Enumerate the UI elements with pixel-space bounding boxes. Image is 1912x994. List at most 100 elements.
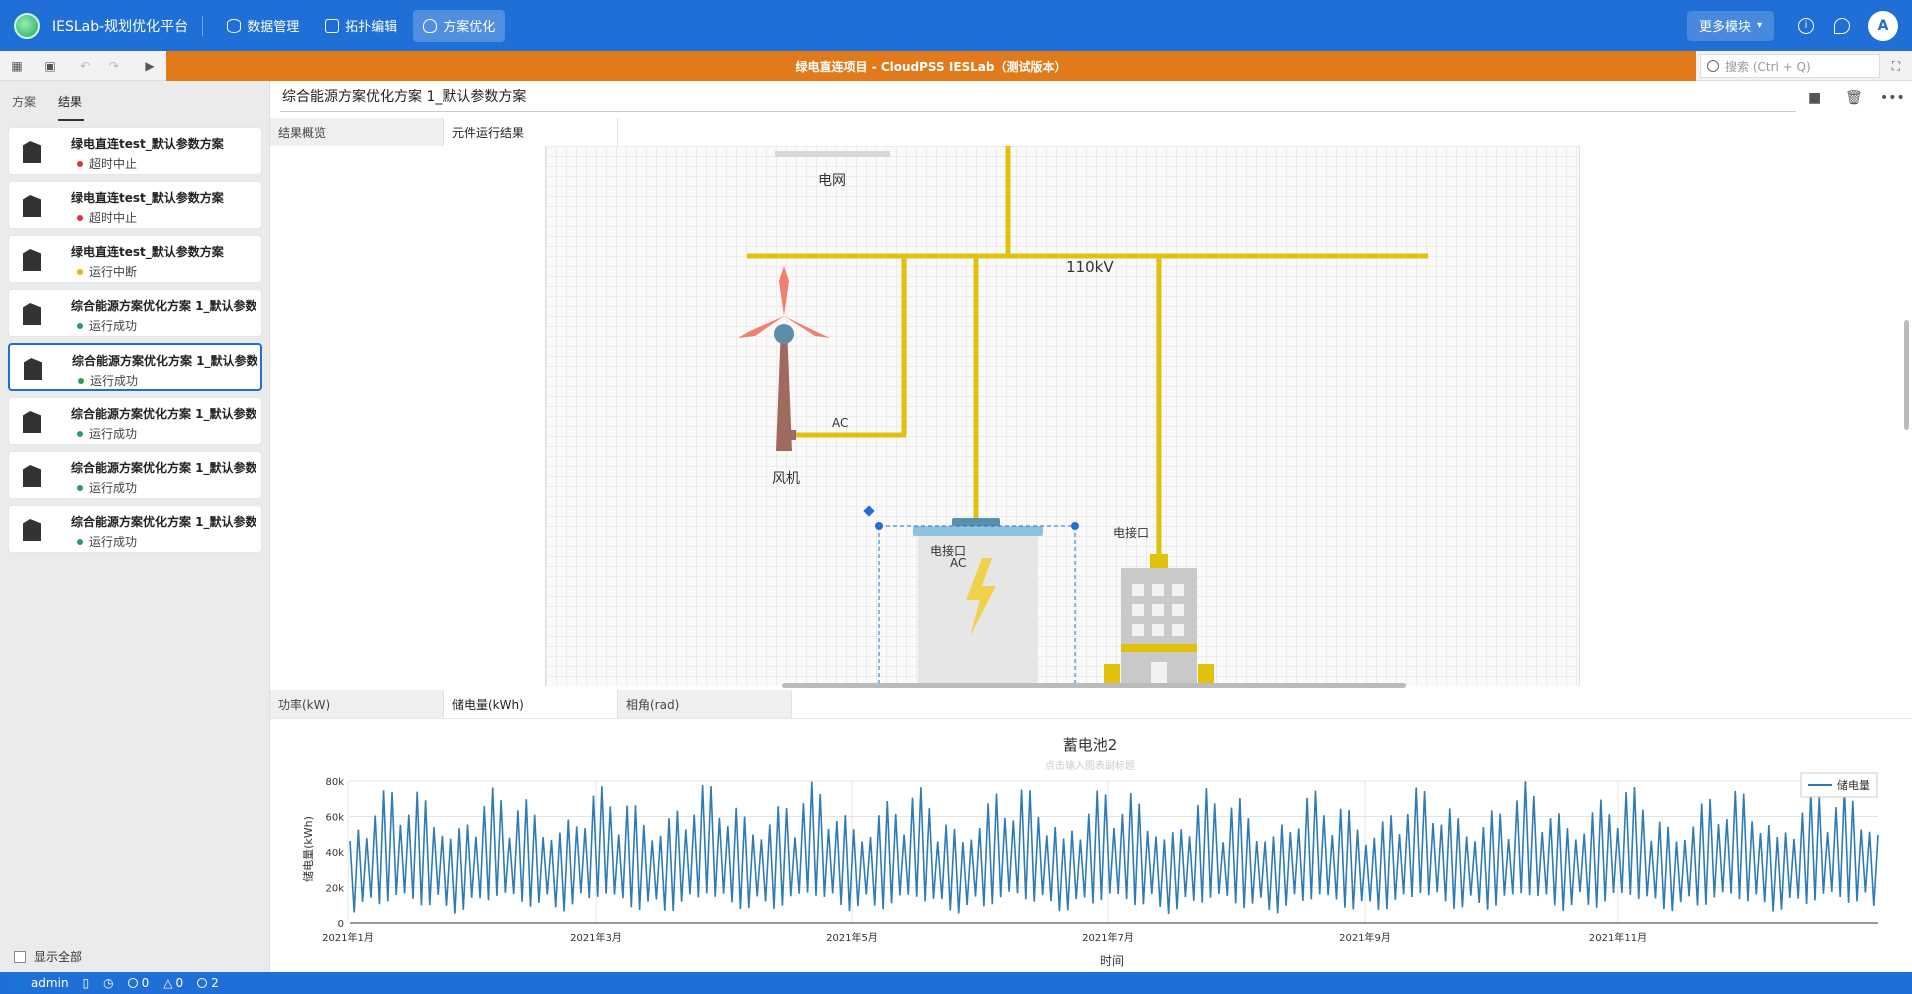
result-list-item[interactable]: 绿电直连test_默认参数方案 运行中断 <box>8 235 262 283</box>
user-icon: 👤 <box>12 976 27 990</box>
run-icon[interactable]: ▶ <box>142 58 158 74</box>
result-list-item[interactable]: 综合能源方案优化方案 1_默认参数方案运行成功 <box>8 343 262 391</box>
status-dot-icon <box>77 322 83 329</box>
result-name: 综合能源方案优化方案 1_默认参数方案 <box>71 407 256 421</box>
chart-subtitle[interactable]: 点击输入图表副标题 <box>1045 759 1135 772</box>
nav-scheme-optimization[interactable]: 方案优化 <box>413 9 506 42</box>
rotate-handle[interactable] <box>863 505 875 517</box>
status-text: 超时中止 <box>89 211 138 225</box>
status-user[interactable]: 👤 admin <box>12 976 69 990</box>
more-options-icon[interactable]: ••• <box>1880 90 1905 106</box>
status-bar: 👤 admin ▯ ◷ 0 △ 0 2 <box>0 972 1912 994</box>
x-axis-label: 时间 <box>1100 954 1124 968</box>
results-sidebar: 方案 结果 绿电直连test_默认参数方案 超时中止 绿电直连test_默认参数方案… <box>0 81 270 972</box>
project-title-banner: 绿电直连项目 - CloudPSS IESLab（测试版本） <box>166 51 1696 81</box>
file-stack-icon <box>23 465 41 487</box>
topology-diagram <box>738 146 1428 686</box>
status-text: 运行成功 <box>89 481 138 495</box>
resize-handle[interactable] <box>875 522 883 530</box>
result-name: 综合能源方案优化方案 1_默认参数方案 <box>72 354 257 368</box>
file-stack-icon <box>23 195 41 217</box>
tab-phase-angle[interactable]: 相角(rad) <box>618 690 792 718</box>
file-stack-icon <box>23 249 41 271</box>
dark-mode-icon[interactable] <box>1834 17 1850 34</box>
horizontal-scrollbar[interactable] <box>782 683 1406 688</box>
result-list-item[interactable]: 综合能源方案优化方案 1_默认参数方案运行成功 <box>8 397 262 445</box>
topology-canvas[interactable]: 电网 110kV AC 风机 电接口 AC 电接口 <box>270 146 1910 686</box>
search-placeholder: 搜索 (Ctrl + Q) <box>1725 59 1811 74</box>
nav-label: 方案优化 <box>443 20 496 35</box>
info-count[interactable]: 2 <box>197 976 219 990</box>
nav-topology-edit[interactable]: 拓扑编辑 <box>315 10 407 42</box>
tab-results[interactable]: 结果 <box>58 81 85 121</box>
undo-icon[interactable]: ↶ <box>77 58 93 74</box>
building-load[interactable] <box>1104 554 1214 686</box>
tab-overview[interactable]: 结果概览 <box>270 118 444 146</box>
tab-stored-energy[interactable]: 储电量(kWh) <box>444 690 618 718</box>
y-tick-label: 60k <box>325 813 344 824</box>
battery-status-icon[interactable]: ▯ <box>83 976 90 990</box>
result-status: 运行成功 <box>77 533 137 550</box>
user-avatar[interactable]: A <box>1868 10 1898 41</box>
wind-label: 风机 <box>772 471 800 487</box>
chart-legend[interactable]: 储电量 <box>1800 772 1878 798</box>
status-text: 运行成功 <box>89 319 138 333</box>
result-list-item[interactable]: 绿电直连test_默认参数方案超时中止 <box>8 127 262 175</box>
app-title: IESLab-规划优化平台 <box>52 18 189 35</box>
tab-power[interactable]: 功率(kW) <box>270 690 444 718</box>
result-list-item[interactable]: 综合能源方案优化方案 1_默认参数方案运行成功 <box>8 451 262 499</box>
result-list-item[interactable]: 综合能源方案优化方案 1_默认参数方案运行成功 <box>8 289 262 337</box>
result-name: 绿电直连test_默认参数方案 <box>71 137 224 151</box>
app-menu-icon[interactable]: ▦ <box>9 58 25 74</box>
more-modules-button[interactable]: 更多模块 ▾ <box>1686 10 1774 41</box>
status-dot-icon <box>77 430 83 437</box>
series-line-stored-energy[interactable] <box>349 781 1879 915</box>
nav-data-management[interactable]: 数据管理 <box>217 10 309 42</box>
top-navbar: IESLab-规划优化平台 数据管理 拓扑编辑 方案优化 更多模块 ▾ i A <box>0 0 1912 51</box>
warning-count-value: 0 <box>175 976 184 990</box>
y-tick-label: 40k <box>325 848 344 859</box>
status-dot-icon <box>77 214 83 221</box>
energy-chart[interactable]: 蓄电池2 点击输入图表副标题 储电量(kWh) 时间 0 20k 40k 60k 80k… <box>270 719 1912 973</box>
x-tick-label: 2021年3月 <box>570 931 622 944</box>
search-input[interactable]: 搜索 (Ctrl + Q) <box>1700 54 1880 78</box>
info-icon[interactable]: i <box>1798 17 1814 34</box>
status-text: 运行中断 <box>89 265 138 279</box>
status-dot-icon <box>78 377 84 384</box>
divider <box>280 111 1796 112</box>
tab-component-results[interactable]: 元件运行结果 <box>444 118 618 146</box>
file-stack-icon <box>23 411 41 433</box>
result-name: 综合能源方案优化方案 1_默认参数方案 <box>71 299 256 313</box>
grid-symbol[interactable] <box>775 151 890 157</box>
stop-icon[interactable]: ■ <box>1808 90 1821 106</box>
y-tick-label: 0 <box>338 919 344 930</box>
error-count[interactable]: 0 <box>127 976 149 990</box>
warning-count[interactable]: △ 0 <box>163 976 183 990</box>
status-dot-icon <box>77 160 83 167</box>
vertical-scrollbar[interactable] <box>1904 320 1909 430</box>
tab-schemes[interactable]: 方案 <box>12 81 36 121</box>
x-tick-label: 2021年7月 <box>1082 931 1134 944</box>
x-tick-label: 2021年11月 <box>1589 931 1647 944</box>
redo-icon[interactable]: ↷ <box>106 58 122 74</box>
status-text: 超时中止 <box>89 157 138 171</box>
checkbox-box[interactable] <box>14 950 26 963</box>
result-name: 绿电直连test_默认参数方案 <box>71 191 224 205</box>
user-name: admin <box>30 976 69 990</box>
grid-label: 电网 <box>818 173 846 189</box>
resize-handle[interactable] <box>1071 522 1079 530</box>
save-icon[interactable]: ▣ <box>42 58 58 74</box>
history-icon[interactable]: ◷ <box>103 976 113 990</box>
delete-icon[interactable]: 🗑 <box>1845 90 1863 106</box>
show-all-checkbox[interactable]: 显示全部 <box>14 948 82 965</box>
wind-turbine[interactable] <box>738 266 830 451</box>
x-tick-label: 2021年5月 <box>826 931 878 944</box>
y-axis-label: 储电量(kWh) <box>301 816 315 882</box>
info-icon <box>197 978 208 988</box>
fullscreen-icon[interactable]: ⛶ <box>1888 58 1904 74</box>
chart-panel: 蓄电池2 点击输入图表副标题 储电量(kWh) 时间 0 20k 40k 60k 80k… <box>270 718 1912 972</box>
result-list-item[interactable]: 绿电直连test_默认参数方案超时中止 <box>8 181 262 229</box>
result-list-item[interactable]: 综合能源方案优化方案 1_默认参数方案运行成功 <box>8 505 262 553</box>
status-dot-icon <box>77 484 83 491</box>
y-tick-label: 80k <box>325 777 344 788</box>
